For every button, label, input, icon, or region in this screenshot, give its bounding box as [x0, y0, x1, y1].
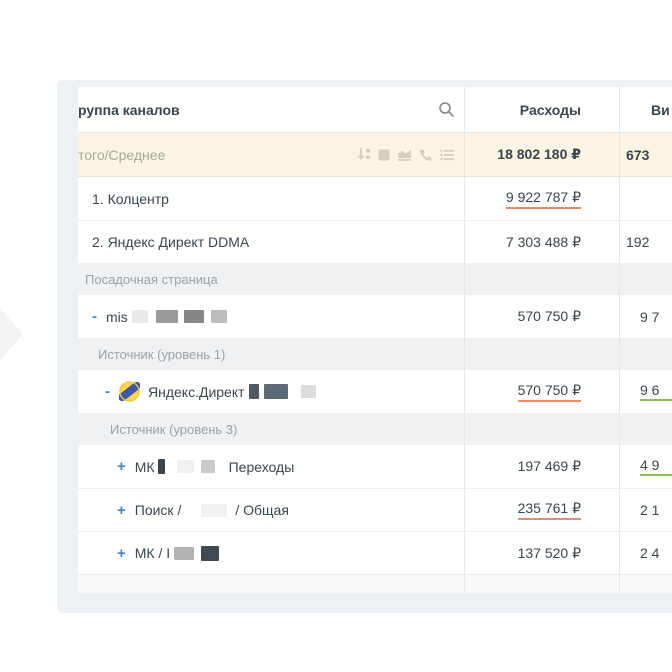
redacted-block: [249, 384, 259, 399]
group-label: Посадочная страница: [85, 272, 218, 287]
redacted-block: [201, 504, 227, 517]
redacted-block: [201, 460, 215, 473]
square-icon[interactable]: [378, 149, 390, 161]
visits-value: 2 4: [640, 545, 659, 561]
table-row: + Поиск / / Общая 235 761 ₽ 2 1: [78, 488, 672, 531]
spend-value: 197 469 ₽: [518, 458, 581, 475]
spend-link[interactable]: 570 750 ₽: [518, 382, 581, 402]
sort-numeric-icon[interactable]: [357, 147, 371, 162]
list-icon[interactable]: [440, 149, 454, 161]
expand-toggle[interactable]: +: [117, 458, 126, 475]
redacted-block: [211, 310, 227, 323]
row-label: Яндекс.Директ: [148, 384, 245, 400]
visits-link[interactable]: 4 9: [640, 457, 672, 476]
row-label-suffix: Переходы: [229, 459, 295, 475]
table-row: - mis 570 750 ₽ 9 7: [78, 295, 672, 338]
collapse-toggle[interactable]: -: [92, 308, 97, 325]
column-header-visits[interactable]: Ви: [619, 87, 672, 132]
redacted-block: [301, 385, 316, 398]
group-label: Источник (уровень 3): [110, 422, 237, 437]
channels-table: руппа каналов Расходы Ви того/Среднее: [78, 87, 672, 593]
group-band-source-level-3: Источник (уровень 3): [78, 413, 672, 445]
table-row: + МК / I 137 520 ₽ 2 4: [78, 531, 672, 574]
expand-toggle[interactable]: +: [117, 502, 126, 519]
row-label: МК / I: [135, 545, 170, 561]
table-row: 2. Яндекс Директ DDMA 7 303 488 ₽ 192: [78, 220, 672, 263]
group-band-landing-page: Посадочная страница: [78, 263, 672, 295]
carousel-right-arrow[interactable]: [0, 308, 23, 360]
visits-value: 192: [626, 234, 649, 250]
redacted-block: [156, 310, 178, 323]
redacted-block: [132, 310, 148, 323]
column-header-channel-group-label: руппа каналов: [78, 102, 180, 118]
yandex-direct-icon: [119, 381, 140, 402]
spend-value: 570 750 ₽: [518, 308, 581, 325]
group-label: Источник (уровень 1): [98, 347, 225, 362]
table-row: - Яндекс.Директ 570 750 ₽ 9 6: [78, 370, 672, 413]
clipped-footer-row: [78, 574, 672, 593]
column-header-spend[interactable]: Расходы: [464, 87, 619, 132]
row-label: mis: [106, 309, 128, 325]
total-visits-value: 673: [619, 133, 672, 176]
spend-value: 137 520 ₽: [518, 545, 581, 562]
row-label: 1. Колцентр: [92, 191, 169, 207]
redacted-block: [177, 460, 194, 473]
phone-icon[interactable]: [419, 148, 433, 162]
total-average-row: того/Среднее: [78, 133, 672, 177]
row-label: 2. Яндекс Директ DDMA: [92, 234, 249, 250]
redacted-block: [174, 547, 194, 560]
collapse-toggle[interactable]: -: [105, 383, 110, 400]
redacted-block: [264, 384, 288, 399]
spend-link[interactable]: 9 922 787 ₽: [506, 189, 581, 209]
expand-toggle[interactable]: +: [117, 545, 126, 562]
redacted-block: [201, 546, 219, 561]
group-band-source-level-1: Источник (уровень 1): [78, 338, 672, 370]
total-spend-value: 18 802 180 ₽: [464, 133, 619, 176]
spend-link[interactable]: 235 761 ₽: [518, 500, 581, 520]
visits-link[interactable]: 9 6: [640, 382, 672, 401]
area-chart-icon[interactable]: [397, 148, 412, 161]
row-label: МК: [135, 459, 155, 475]
visits-value: 9 7: [640, 309, 659, 325]
spend-value: 7 303 488 ₽: [506, 234, 581, 251]
row-tools: [357, 147, 454, 162]
total-row-label: того/Среднее: [78, 147, 165, 163]
column-header-channel-group: руппа каналов: [78, 87, 464, 132]
redacted-block: [184, 310, 204, 323]
visits-value: 2 1: [640, 502, 659, 518]
search-icon[interactable]: [438, 101, 455, 118]
table-row: 1. Колцентр 9 922 787 ₽: [78, 177, 672, 220]
redacted-block: [158, 459, 165, 474]
table-row: + МК Переходы 197 469 ₽ 4 9: [78, 445, 672, 488]
row-label-suffix: / Общая: [235, 502, 289, 518]
row-label: Поиск /: [135, 502, 182, 518]
table-header-row: руппа каналов Расходы Ви: [78, 87, 672, 133]
